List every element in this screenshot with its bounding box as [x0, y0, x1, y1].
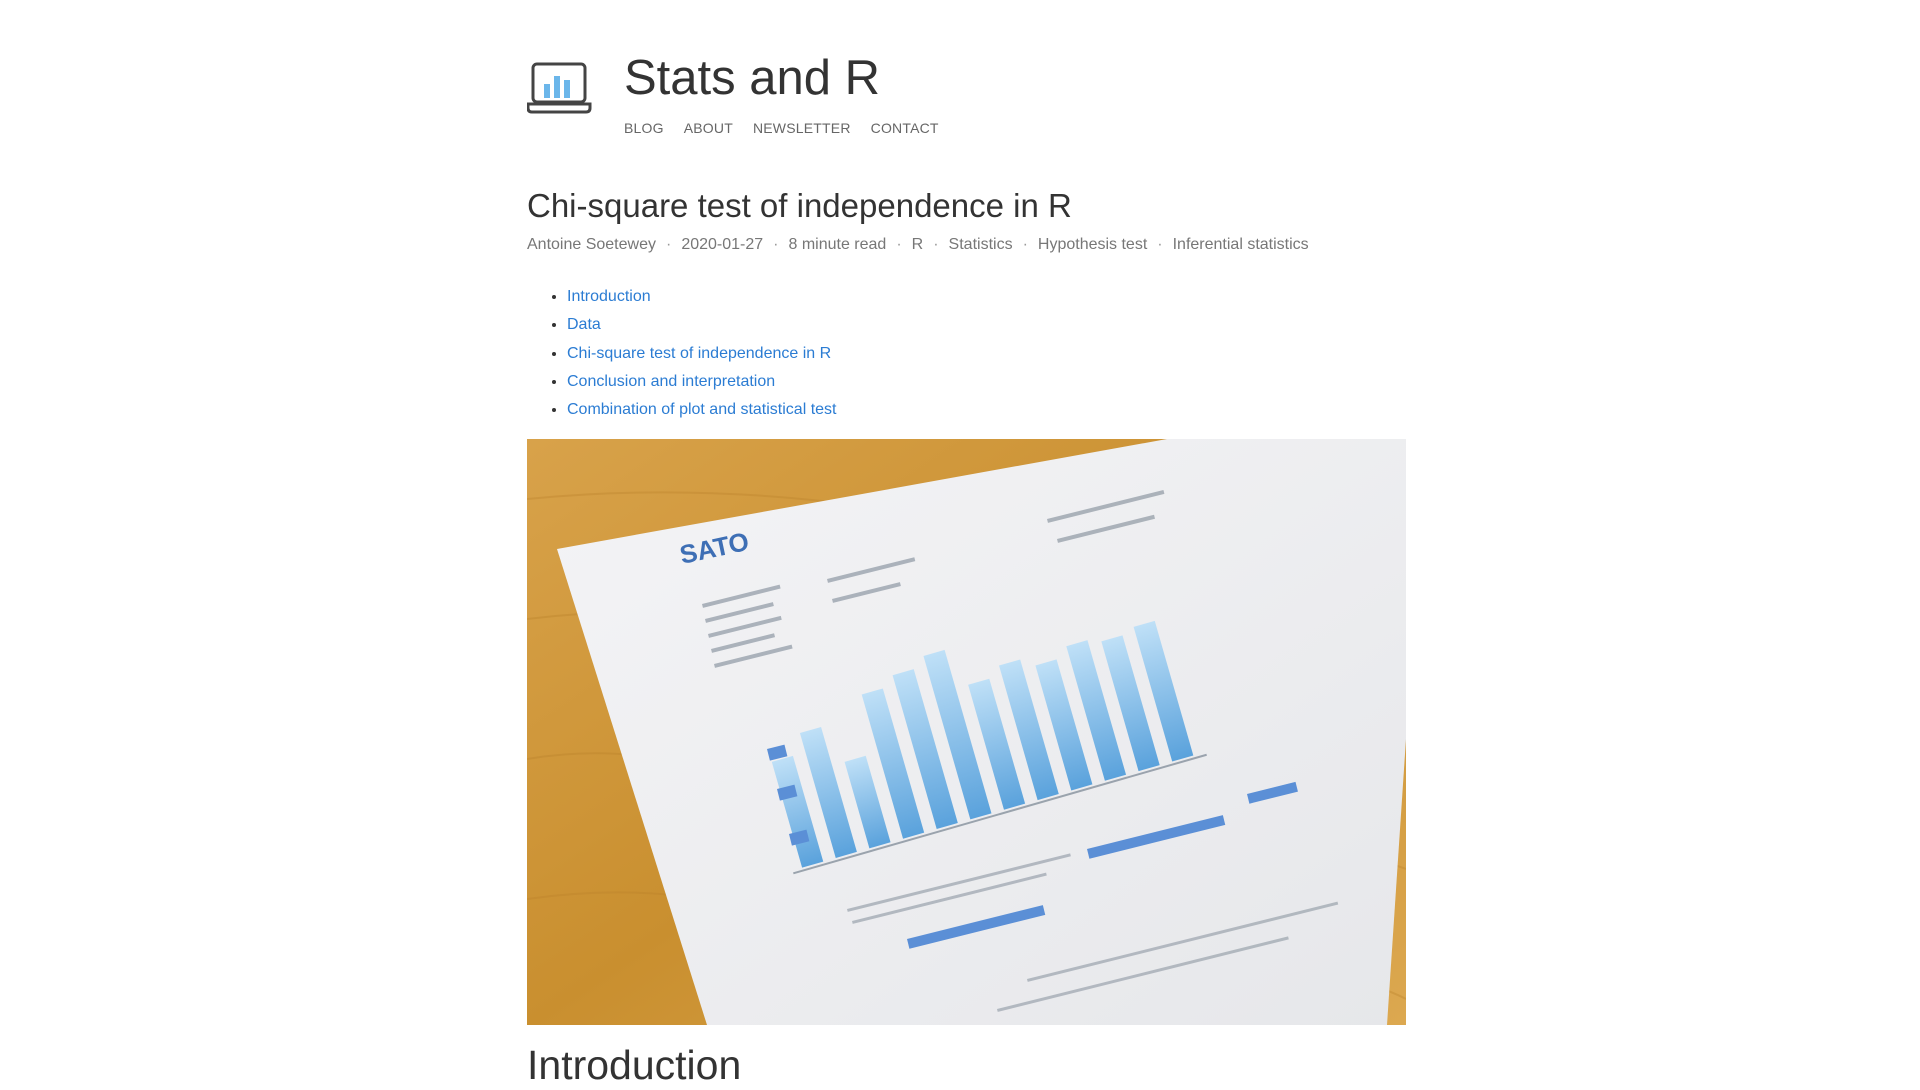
- toc-link-introduction[interactable]: Introduction: [567, 288, 651, 305]
- meta-separator: ·: [896, 236, 902, 253]
- toc-item: Data: [567, 311, 836, 339]
- nav-about[interactable]: ABOUT: [684, 120, 733, 136]
- nav-contact[interactable]: CONTACT: [871, 120, 939, 136]
- post-tag-inferential-statistics[interactable]: Inferential statistics: [1173, 236, 1309, 254]
- meta-separator: ·: [1022, 236, 1028, 253]
- page-container: Stats and R BLOG ABOUT NEWSLETTER CONTAC…: [527, 0, 1406, 1088]
- site-title[interactable]: Stats and R: [624, 50, 880, 106]
- meta-separator: ·: [773, 236, 779, 253]
- meta-separator: ·: [665, 236, 672, 253]
- post-tag-statistics[interactable]: Statistics: [949, 236, 1013, 254]
- toc-item: Combination of plot and statistical test: [567, 396, 836, 424]
- post-tag-r[interactable]: R: [912, 236, 924, 254]
- toc-item: Conclusion and interpretation: [567, 368, 836, 396]
- meta-separator: ·: [933, 236, 939, 253]
- post-title: Chi-square test of independence in R: [527, 187, 1072, 224]
- post-meta: Antoine Soetewey · 2020-01-27 · 8 minute…: [527, 236, 1309, 254]
- hero-photo-illustration: SATO: [527, 439, 1406, 1025]
- table-of-contents: Introduction Data Chi-square test of ind…: [527, 283, 836, 424]
- post-date: 2020-01-27: [681, 236, 764, 253]
- post-author: Antoine Soetewey: [527, 236, 656, 253]
- nav-newsletter[interactable]: NEWSLETTER: [753, 120, 851, 136]
- toc-link-conclusion[interactable]: Conclusion and interpretation: [567, 373, 775, 390]
- hero-image: SATO: [527, 439, 1406, 1025]
- nav-blog[interactable]: BLOG: [624, 120, 664, 136]
- toc-link-chi-square-test[interactable]: Chi-square test of independence in R: [567, 345, 831, 362]
- post-tag-hypothesis-test[interactable]: Hypothesis test: [1038, 236, 1147, 254]
- post-read-time: 8 minute read: [788, 236, 887, 253]
- toc-item: Introduction: [567, 283, 836, 311]
- toc-item: Chi-square test of independence in R: [567, 340, 836, 368]
- main-nav: BLOG ABOUT NEWSLETTER CONTACT: [624, 120, 939, 136]
- toc-link-combination[interactable]: Combination of plot and statistical test: [567, 401, 836, 418]
- section-title-introduction: Introduction: [527, 1042, 742, 1088]
- site-header: Stats and R BLOG ABOUT NEWSLETTER CONTAC…: [527, 0, 1406, 150]
- laptop-chart-logo-icon[interactable]: [527, 58, 593, 116]
- meta-separator: ·: [1157, 236, 1163, 253]
- toc-link-data[interactable]: Data: [567, 316, 601, 333]
